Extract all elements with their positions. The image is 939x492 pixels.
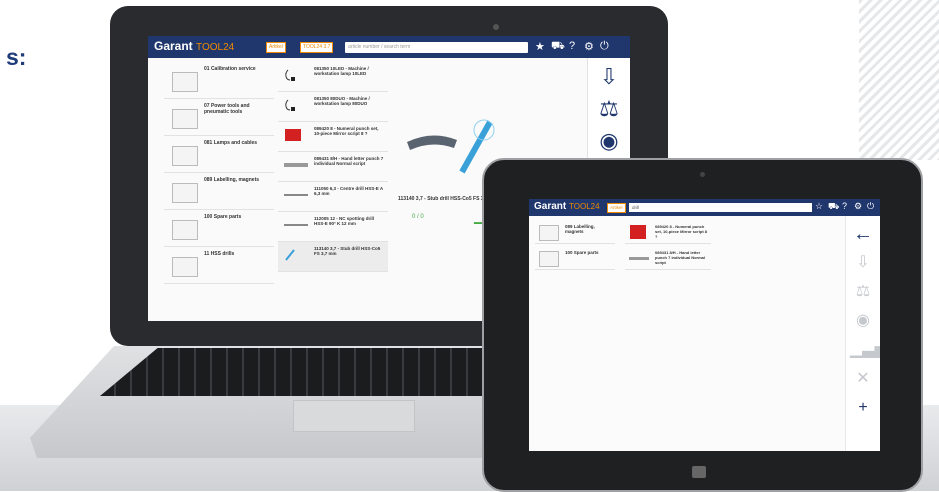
lamp-icon — [285, 99, 295, 111]
tablet-camera — [700, 172, 705, 177]
folder-icon — [172, 220, 198, 240]
folder-item[interactable]: 089 Labelling, magnets — [164, 173, 274, 210]
folder-icon — [172, 109, 198, 129]
help-icon[interactable]: ? — [842, 201, 847, 211]
product-item[interactable]: 089431 8/H - Hand letter punch 7 individ… — [625, 247, 711, 270]
product-item[interactable]: 081350 10LED - Machine / workstation lam… — [278, 62, 388, 92]
brand-logo: Garant TOOL24 — [154, 39, 235, 53]
help-icon[interactable]: ? — [569, 40, 575, 52]
lamp-icon — [285, 69, 295, 81]
view-icon[interactable]: ◉ — [593, 128, 625, 154]
home-button[interactable] — [692, 466, 706, 478]
filter-chip[interactable]: Artikel — [607, 203, 626, 213]
product-item[interactable]: 089420 8 - Numeral punch set, 10-piece M… — [278, 122, 388, 152]
compare-icon[interactable]: ⚖ — [593, 96, 625, 122]
compare-icon[interactable]: ⚖ — [850, 281, 876, 303]
cart-icon[interactable]: ⛟ — [551, 40, 565, 54]
folder-icon — [172, 183, 198, 203]
cart-icon[interactable]: ⛟ — [828, 201, 839, 213]
punch-set-icon — [630, 225, 646, 239]
star-icon[interactable]: ☆ — [815, 201, 823, 212]
folder-item[interactable]: 089 Labelling, magnets — [535, 221, 615, 244]
product-item[interactable]: 081350 80DUO - Machine / workstation lam… — [278, 92, 388, 122]
filter-chip[interactable]: Artikel — [266, 42, 286, 53]
decorative-stripes — [859, 0, 939, 160]
gear-icon[interactable]: ⚙ — [584, 40, 594, 53]
folder-item[interactable]: 081 Lamps and cables — [164, 136, 274, 173]
trackpad — [293, 400, 415, 432]
product-item-selected[interactable]: 113140 3,7 - Stub drill HSS-Co5 FS 3,7 m… — [278, 242, 388, 272]
back-arrow-icon[interactable]: ← — [850, 223, 876, 245]
search-input[interactable]: article number / search term — [345, 42, 528, 53]
folder-item[interactable]: 07 Power tools and pneumatic tools — [164, 99, 274, 136]
punch-icon — [284, 163, 308, 167]
laptop-camera — [493, 24, 499, 30]
folder-icon — [172, 257, 198, 277]
drill-icon — [284, 194, 308, 196]
eye-icon[interactable]: ◉ — [850, 310, 876, 332]
gear-icon[interactable]: ⚙ — [854, 201, 862, 212]
drill-icon — [284, 224, 308, 226]
tablet-app-header: Garant TOOL24 Artikel drill ☆ ⛟ ? ⚙ ⏻ — [529, 199, 880, 216]
brand-logo: Garant TOOL24 — [534, 201, 600, 212]
availability-icon[interactable]: ▁▃▅ — [850, 339, 880, 361]
stock-indicator: 0 / 0 — [412, 214, 424, 220]
tablet-device: Garant TOOL24 Artikel drill ☆ ⛟ ? ⚙ ⏻ 08… — [482, 158, 923, 492]
punch-icon — [629, 257, 649, 260]
delete-icon[interactable]: ✕ — [850, 368, 876, 390]
power-icon[interactable]: ⏻ — [867, 201, 874, 212]
power-icon[interactable]: ⏻ — [600, 40, 609, 53]
add-icon[interactable]: + — [850, 397, 876, 419]
star-icon[interactable]: ★ — [535, 40, 545, 53]
app-header: Garant TOOL24 Artikel TOOL24 3.7 article… — [148, 36, 630, 58]
product-item[interactable]: 112005 12 - NC spotting drill HSS-E 90° … — [278, 212, 388, 242]
folder-icon — [539, 225, 559, 241]
folder-list: 01 Calibration service 07 Power tools an… — [164, 62, 274, 284]
product-item[interactable]: 089431 8/H - Hand letter punch 7 individ… — [278, 152, 388, 182]
folder-item[interactable]: 100 Spare parts — [164, 210, 274, 247]
page-heading: s: — [6, 44, 27, 70]
folder-item[interactable]: 100 Spare parts — [535, 247, 615, 270]
folder-icon — [539, 251, 559, 267]
filter-chip[interactable]: TOOL24 3.7 — [300, 42, 334, 53]
add-to-cart-icon[interactable]: ⇩ — [593, 64, 625, 90]
folder-icon — [172, 146, 198, 166]
folder-item[interactable]: 11 HSS drills — [164, 247, 274, 284]
product-item[interactable]: 089420 8 - Numeral punch set, 10-piece M… — [625, 221, 711, 244]
tablet-screen: Garant TOOL24 Artikel drill ☆ ⛟ ? ⚙ ⏻ 08… — [529, 199, 880, 451]
tablet-action-sidebar: ← ⇩ ⚖ ◉ ▁▃▅ ✕ + — [845, 216, 880, 451]
punch-set-icon — [285, 129, 301, 141]
folder-icon — [172, 72, 198, 92]
product-item[interactable]: 111050 6,3 - Centre drill HSS-E A 6,3 mm — [278, 182, 388, 212]
search-input[interactable]: drill — [629, 203, 812, 212]
add-to-cart-icon[interactable]: ⇩ — [850, 252, 876, 274]
folder-item[interactable]: 01 Calibration service — [164, 62, 274, 99]
product-list: 081350 10LED - Machine / workstation lam… — [278, 62, 388, 272]
drill-icon — [285, 249, 295, 261]
